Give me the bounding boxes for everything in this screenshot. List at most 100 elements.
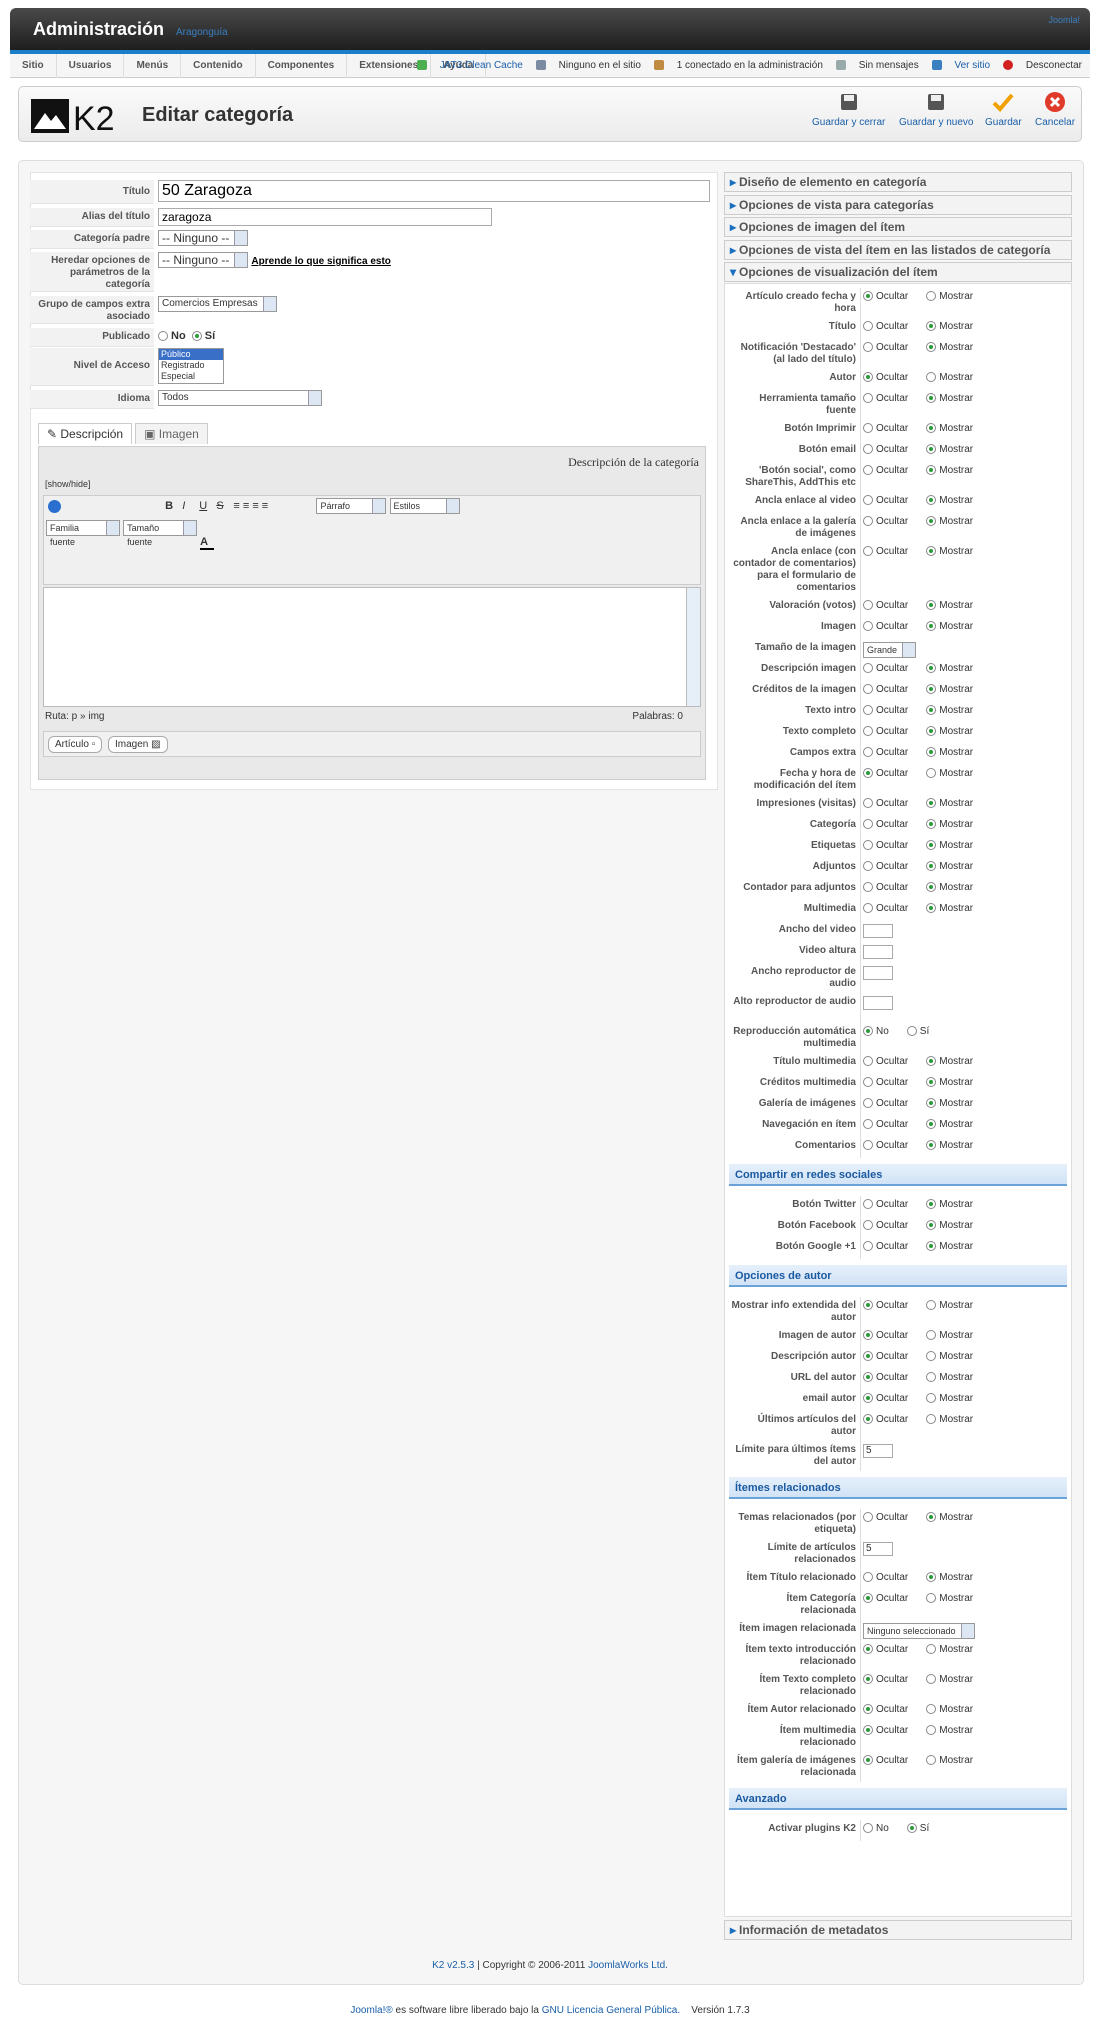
hide-option[interactable]: Ocultar [863,495,908,506]
hide-radio[interactable] [863,1300,873,1311]
hide-option[interactable]: Ocultar [863,903,908,914]
show-radio[interactable] [926,726,937,737]
show-radio[interactable] [926,903,937,914]
show-radio[interactable] [926,1725,937,1736]
show-option[interactable]: Mostrar [926,393,973,404]
hide-option[interactable]: Ocultar [863,663,908,674]
hide-radio[interactable] [863,1140,873,1151]
show-option[interactable]: Mostrar [926,684,973,695]
option-input[interactable]: 5 [863,1542,893,1556]
hide-radio[interactable] [863,798,873,809]
hide-option[interactable]: Ocultar [863,516,908,527]
editor-scrollbar[interactable] [686,588,700,706]
hide-radio[interactable] [863,861,873,872]
cancel-button[interactable]: Cancelar [1035,91,1075,128]
hide-option[interactable]: Ocultar [863,840,908,851]
hide-radio[interactable] [863,546,873,557]
show-radio[interactable] [926,1644,937,1655]
show-radio[interactable] [926,861,937,872]
hide-option[interactable]: Ocultar [863,372,908,383]
show-radio[interactable] [926,1300,937,1311]
hide-option[interactable]: Ocultar [863,882,908,893]
status-view[interactable]: Ver sitio [931,60,990,71]
hide-option[interactable]: Ocultar [863,1725,908,1736]
hide-option[interactable]: Ocultar [863,768,908,779]
language-select[interactable]: Todos [158,390,322,406]
gpl-link[interactable]: GNU Licencia General Pública. [542,2005,680,2016]
accordion-category-view[interactable]: Opciones de vista para categorías [724,195,1072,215]
show-radio[interactable] [926,321,937,332]
show-option[interactable]: Mostrar [926,600,973,611]
option-input[interactable]: 5 [863,1444,893,1458]
published-no-radio[interactable] [158,331,168,342]
show-radio[interactable] [926,1351,937,1362]
hide-option[interactable]: Ocultar [863,1199,908,1210]
hide-option[interactable]: Ocultar [863,1593,908,1604]
tab-description[interactable]: ✎ Descripción [38,423,133,444]
font-size-select[interactable]: Tamaño fuente [123,520,198,547]
hide-radio[interactable] [863,495,873,506]
show-radio[interactable] [926,705,937,716]
show-option[interactable]: Mostrar [926,291,973,302]
show-option[interactable]: Mostrar [926,1755,973,1766]
editor-toggle[interactable]: [show/hide] [45,479,91,489]
show-radio[interactable] [926,291,937,302]
show-radio[interactable] [926,840,937,851]
hide-option[interactable]: Ocultar [863,1056,908,1067]
hide-radio[interactable] [863,1351,873,1362]
hide-radio[interactable] [863,600,873,611]
show-radio[interactable] [926,444,937,455]
show-radio[interactable] [926,1704,937,1715]
show-radio[interactable] [926,1241,937,1252]
site-name[interactable]: Aragonguía [176,27,228,38]
show-radio[interactable] [926,1393,937,1404]
no-radio[interactable] [863,1026,873,1037]
insert-image-button[interactable]: Imagen ▨ [108,736,168,753]
show-radio[interactable] [926,1512,937,1523]
show-option[interactable]: Mostrar [926,621,973,632]
show-option[interactable]: Mostrar [926,1512,973,1523]
access-option-registered[interactable]: Registrado [159,360,223,371]
show-option[interactable]: Mostrar [926,1330,973,1341]
hide-option[interactable]: Ocultar [863,465,908,476]
hide-option[interactable]: Ocultar [863,1674,908,1685]
bold-icon[interactable]: B [165,500,179,512]
show-radio[interactable] [926,1674,937,1685]
text-color-icon[interactable]: A [200,536,215,550]
menu-contenido[interactable]: Contenido [181,54,256,78]
show-option[interactable]: Mostrar [926,1704,973,1715]
show-option[interactable]: Mostrar [926,819,973,830]
align-icons[interactable]: ≡ ≡ ≡ ≡ [233,500,313,512]
show-radio[interactable] [926,1077,937,1088]
yes-radio[interactable] [906,1823,917,1834]
show-radio[interactable] [926,372,937,383]
hide-radio[interactable] [863,1593,873,1604]
k2-version-link[interactable]: K2 v2.5.3 [432,1960,474,1971]
yes-radio[interactable] [906,1026,917,1037]
insert-article-button[interactable]: Artículo ▫ [48,736,103,753]
show-option[interactable]: Mostrar [926,798,973,809]
show-radio[interactable] [926,1593,937,1604]
hide-option[interactable]: Ocultar [863,798,908,809]
hide-option[interactable]: Ocultar [863,684,908,695]
status-messages[interactable]: Sin mensajes [835,60,919,71]
hide-radio[interactable] [863,1220,873,1231]
hide-option[interactable]: Ocultar [863,1241,908,1252]
menu-usuarios[interactable]: Usuarios [57,54,125,78]
show-radio[interactable] [926,1220,937,1231]
hide-radio[interactable] [863,1674,873,1685]
option-input[interactable] [863,996,893,1010]
hide-option[interactable]: Ocultar [863,1119,908,1130]
show-radio[interactable] [926,1572,937,1583]
show-radio[interactable] [926,546,937,557]
hide-option[interactable]: Ocultar [863,1414,908,1425]
hide-radio[interactable] [863,444,873,455]
alias-input[interactable] [158,208,492,226]
show-option[interactable]: Mostrar [926,423,973,434]
hide-radio[interactable] [863,1372,873,1383]
hide-option[interactable]: Ocultar [863,600,908,611]
show-option[interactable]: Mostrar [926,747,973,758]
hide-radio[interactable] [863,372,873,383]
show-radio[interactable] [926,516,937,527]
show-radio[interactable] [926,465,937,476]
